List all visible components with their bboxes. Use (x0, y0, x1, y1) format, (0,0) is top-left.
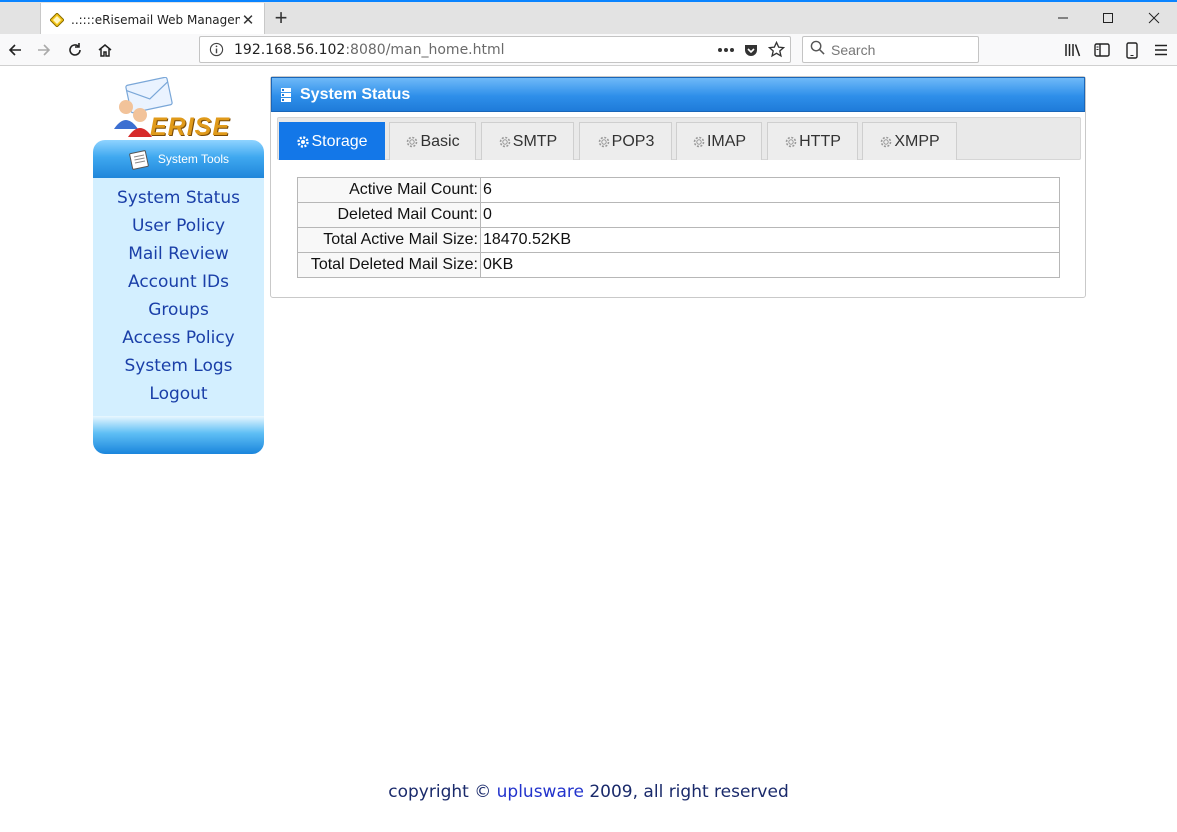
reload-icon[interactable] (62, 37, 88, 63)
browser-tab-title: ..::::eRisemail Web Manageme (71, 12, 240, 27)
row-key: Total Deleted Mail Size: (297, 252, 481, 278)
table-row: Active Mail Count: 6 (297, 177, 1060, 203)
footer-suffix: 2009, all right reserved (583, 782, 789, 802)
url-text[interactable]: 192.168.56.102:8080/man_home.html (234, 42, 715, 58)
panel-title: System Status (300, 85, 411, 103)
sidebar-item-groups[interactable]: Groups (93, 296, 264, 324)
footer-prefix: copyright © (388, 782, 497, 802)
pocket-icon[interactable] (740, 39, 762, 61)
page-footer: copyright © uplusware 2009, all right re… (0, 782, 1177, 802)
sidebar-item-logout[interactable]: Logout (93, 380, 264, 408)
browser-tab[interactable]: ..::::eRisemail Web Manageme ✕ (40, 3, 265, 36)
page-actions-icon[interactable] (715, 39, 737, 61)
tab-label: SMTP (512, 132, 558, 150)
forward-icon[interactable] (31, 37, 57, 63)
gear-icon (296, 135, 310, 149)
url-bar[interactable]: 192.168.56.102:8080/man_home.html (199, 36, 791, 63)
row-value: 0 (480, 202, 1060, 228)
bookmark-star-icon[interactable] (765, 39, 787, 61)
home-icon[interactable] (92, 37, 118, 63)
notepad-icon (128, 148, 152, 170)
tab-label: HTTP (799, 132, 841, 150)
storage-stats-table: Active Mail Count: 6 Deleted Mail Count:… (297, 177, 1060, 278)
sidebar-footer (93, 416, 264, 454)
table-row: Total Deleted Mail Size: 0KB (297, 252, 1060, 278)
gear-icon (498, 135, 512, 149)
site-favicon-icon (49, 12, 65, 28)
row-value: 18470.52KB (480, 227, 1060, 253)
close-tab-icon[interactable]: ✕ (240, 12, 256, 29)
search-input[interactable] (831, 41, 971, 58)
tab-label: Basic (420, 132, 460, 150)
sidebar-header: System Tools (93, 140, 264, 178)
sidebar-item-access-policy[interactable]: Access Policy (93, 324, 264, 352)
sidebar-header-label: System Tools (157, 152, 230, 166)
system-status-panel: System Status Storage Basic SMTP POP3 IM… (270, 76, 1086, 298)
table-row: Total Active Mail Size: 18470.52KB (297, 227, 1060, 253)
tab-smtp[interactable]: SMTP (481, 122, 574, 160)
tab-pop3[interactable]: POP3 (579, 122, 672, 160)
tab-xmpp[interactable]: XMPP (862, 122, 957, 160)
url-path: :8080/man_home.html (345, 41, 505, 58)
sidebar-toggle-icon[interactable] (1089, 37, 1115, 63)
tab-storage[interactable]: Storage (279, 122, 385, 160)
panel-header: System Status (271, 77, 1085, 112)
gear-icon (784, 135, 798, 149)
tab-label: Storage (311, 132, 368, 150)
browser-nav-bar: 192.168.56.102:8080/man_home.html (0, 34, 1177, 66)
search-bar[interactable] (802, 36, 979, 63)
tab-http[interactable]: HTTP (767, 122, 858, 160)
gear-icon (692, 135, 706, 149)
search-icon (810, 40, 825, 60)
footer-brand-link[interactable]: uplusware (497, 782, 584, 802)
row-key: Deleted Mail Count: (297, 202, 481, 228)
row-key: Total Active Mail Size: (297, 227, 481, 253)
tab-label: XMPP (894, 132, 940, 150)
gear-icon (879, 135, 893, 149)
tab-label: IMAP (706, 132, 747, 150)
sidebar-item-mail-review[interactable]: Mail Review (93, 240, 264, 268)
library-icon[interactable] (1060, 37, 1086, 63)
new-tab-icon[interactable]: + (270, 5, 292, 30)
url-host: 192.168.56.102 (234, 41, 346, 58)
close-window-icon[interactable] (1131, 2, 1177, 34)
sidebar-item-account-ids[interactable]: Account IDs (93, 268, 264, 296)
browser-tab-bar: ..::::eRisemail Web Manageme ✕ + (0, 0, 1177, 36)
erise-logo: ERISE (110, 76, 244, 143)
tab-label: POP3 (611, 132, 655, 150)
sidebar-item-user-policy[interactable]: User Policy (93, 212, 264, 240)
mobile-view-icon[interactable] (1119, 37, 1145, 63)
tab-imap[interactable]: IMAP (676, 122, 762, 160)
row-value: 0KB (480, 252, 1060, 278)
menu-icon[interactable] (1148, 37, 1174, 63)
row-value: 6 (480, 177, 1060, 203)
status-tabs: Storage Basic SMTP POP3 IMAP HTTP XMPP (277, 117, 1081, 160)
row-key: Active Mail Count: (297, 177, 481, 203)
gear-icon (597, 135, 611, 149)
page-content: ERISE System Tools System Status User Po… (0, 67, 1177, 832)
info-icon[interactable] (208, 42, 224, 58)
sidebar-menu: System Status User Policy Mail Review Ac… (93, 178, 264, 416)
back-icon[interactable] (2, 37, 28, 63)
gear-icon (405, 135, 419, 149)
sidebar-item-system-status[interactable]: System Status (93, 184, 264, 212)
minimize-icon[interactable] (1040, 2, 1086, 34)
sidebar-item-system-logs[interactable]: System Logs (93, 352, 264, 380)
sidebar: System Tools System Status User Policy M… (93, 140, 264, 454)
tab-basic[interactable]: Basic (389, 122, 476, 160)
table-row: Deleted Mail Count: 0 (297, 202, 1060, 228)
server-icon (280, 87, 292, 103)
maximize-icon[interactable] (1085, 2, 1131, 34)
logo-text: ERISE (150, 113, 231, 141)
